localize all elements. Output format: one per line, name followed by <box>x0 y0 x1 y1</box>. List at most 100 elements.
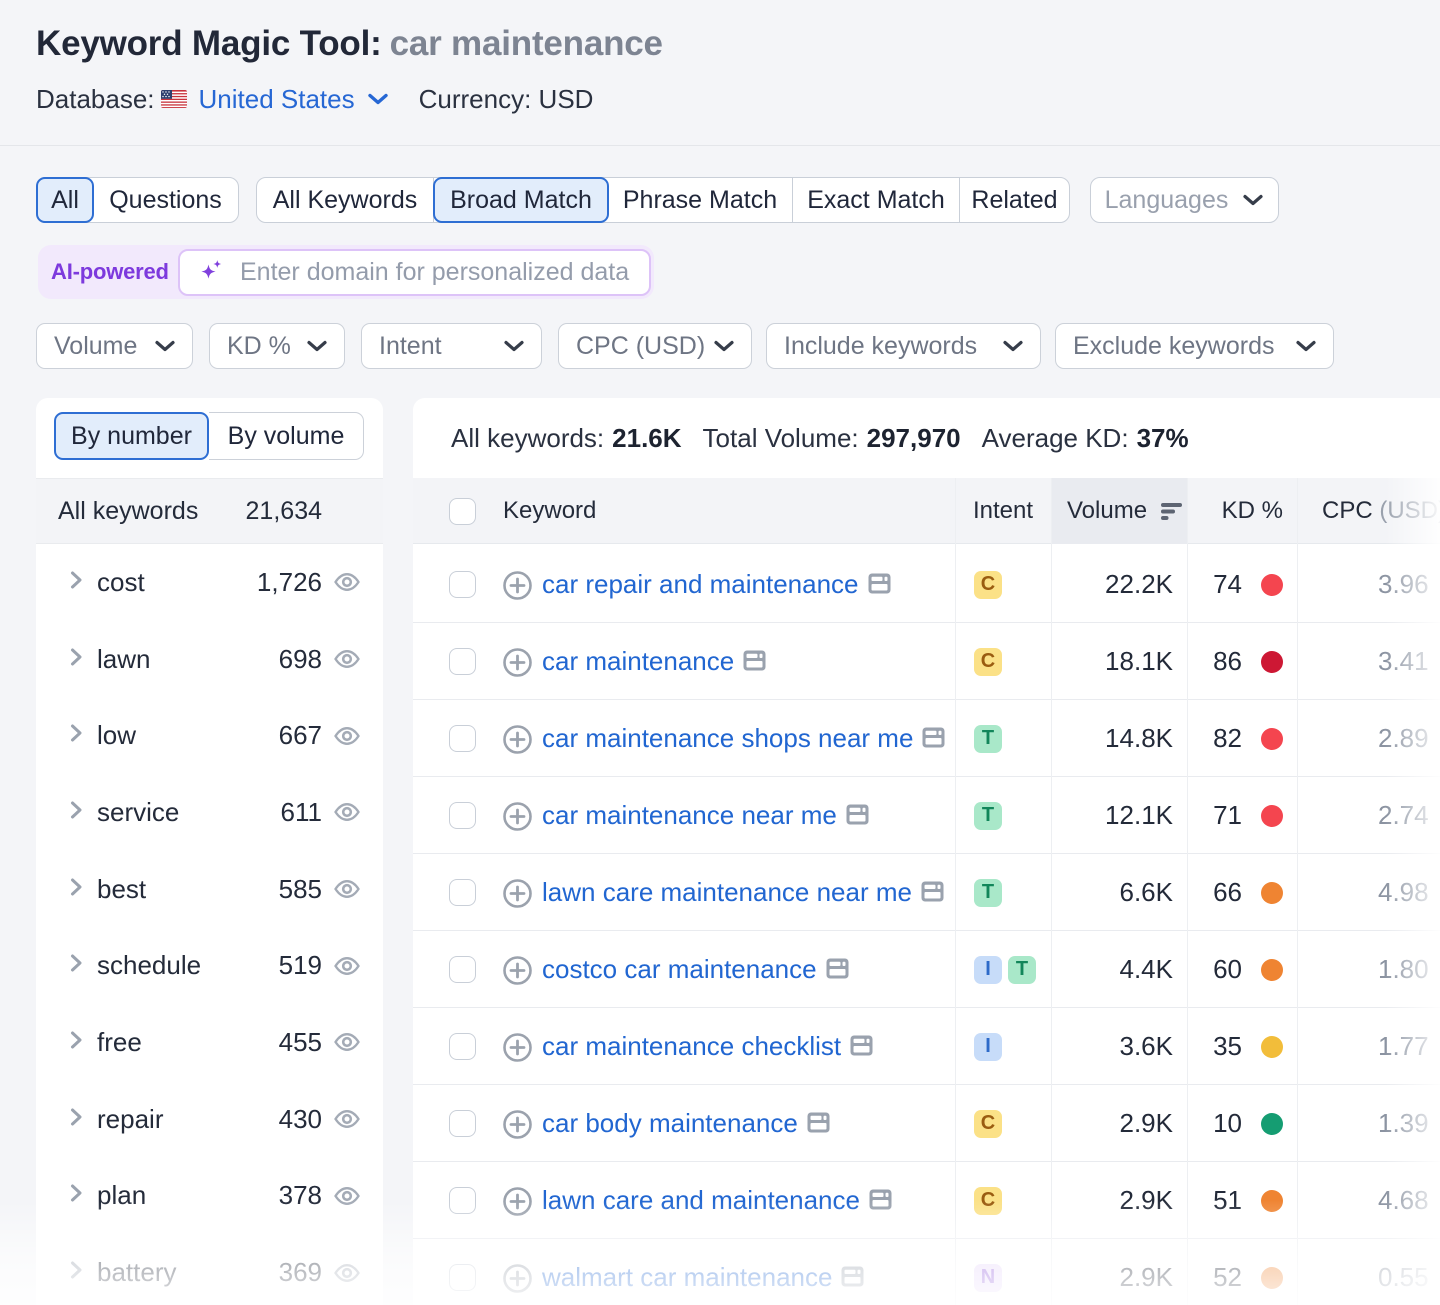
group-row-schedule[interactable]: schedule 519 <box>36 927 383 1004</box>
group-row-free[interactable]: free 455 <box>36 1004 383 1081</box>
column-header-volume[interactable]: Volume <box>1051 478 1187 544</box>
filter-volume[interactable]: Volume <box>36 323 193 369</box>
add-keyword-icon[interactable] <box>503 879 532 913</box>
serp-features-icon[interactable] <box>743 650 766 676</box>
add-keyword-icon[interactable] <box>503 956 532 990</box>
add-keyword-icon[interactable] <box>503 725 532 759</box>
tab-questions[interactable]: Questions <box>93 178 238 222</box>
filter-cpc-usd[interactable]: CPC (USD) <box>558 323 752 369</box>
serp-features-icon[interactable] <box>921 881 944 907</box>
group-row-plan[interactable]: plan 378 <box>36 1158 383 1235</box>
column-header-intent[interactable]: Intent <box>955 478 1051 544</box>
filter-include-keywords[interactable]: Include keywords <box>766 323 1041 369</box>
group-row-repair[interactable]: repair 430 <box>36 1081 383 1158</box>
group-label: service <box>97 796 180 827</box>
groups-header-count: 21,634 <box>245 496 322 525</box>
tab-phrase-match[interactable]: Phrase Match <box>608 178 793 222</box>
row-checkbox[interactable] <box>449 1264 476 1291</box>
column-header-kd[interactable]: KD % <box>1187 478 1297 544</box>
eye-icon[interactable] <box>334 1183 360 1209</box>
row-checkbox[interactable] <box>449 956 476 983</box>
serp-features-icon[interactable] <box>869 1189 892 1215</box>
eye-icon[interactable] <box>334 1029 360 1055</box>
languages-dropdown[interactable]: Languages <box>1090 177 1279 223</box>
tab-all-keywords[interactable]: All Keywords <box>257 178 434 222</box>
row-checkbox[interactable] <box>449 1110 476 1137</box>
serp-features-icon[interactable] <box>841 1266 864 1292</box>
serp-features-icon[interactable] <box>807 1112 830 1138</box>
database-selector[interactable]: United States <box>199 84 389 115</box>
eye-icon[interactable] <box>334 646 360 672</box>
chevron-down-icon <box>306 339 328 353</box>
tab-all[interactable]: All <box>36 177 94 223</box>
group-row-lawn[interactable]: lawn 698 <box>36 621 383 698</box>
keyword-link[interactable]: walmart car maintenance <box>542 1262 832 1293</box>
group-row-cost[interactable]: cost 1,726 <box>36 544 383 621</box>
tab-related[interactable]: Related <box>960 178 1069 222</box>
row-checkbox[interactable] <box>449 1187 476 1214</box>
chevron-down-icon <box>1002 339 1024 353</box>
group-row-service[interactable]: service 611 <box>36 774 383 851</box>
group-label: cost <box>97 566 145 597</box>
add-keyword-icon[interactable] <box>503 802 532 836</box>
serp-features-icon[interactable] <box>846 804 869 830</box>
add-keyword-icon[interactable] <box>503 571 532 605</box>
group-row-battery[interactable]: battery 369 <box>36 1234 383 1305</box>
add-keyword-icon[interactable] <box>503 1110 532 1144</box>
group-row-low[interactable]: low 667 <box>36 697 383 774</box>
filter-exclude-keywords[interactable]: Exclude keywords <box>1055 323 1334 369</box>
column-header-cpc-unit: (USD) <box>1379 497 1440 524</box>
eye-icon[interactable] <box>334 1106 360 1132</box>
add-keyword-icon[interactable] <box>503 648 532 682</box>
add-keyword-icon[interactable] <box>503 1033 532 1067</box>
toggle-by-volume[interactable]: By volume <box>209 412 364 460</box>
filter-kd[interactable]: KD % <box>209 323 345 369</box>
add-keyword-icon[interactable] <box>503 1264 532 1298</box>
column-header-cpc[interactable]: CPC (USD) <box>1322 478 1440 544</box>
filter-intent[interactable]: Intent <box>361 323 542 369</box>
keyword-link[interactable]: car maintenance near me <box>542 800 837 831</box>
serp-features-icon[interactable] <box>868 573 891 599</box>
select-all-checkbox[interactable] <box>449 498 476 525</box>
column-header-volume-label: Volume <box>1067 497 1148 524</box>
group-label: battery <box>97 1257 177 1288</box>
eye-icon[interactable] <box>334 953 360 979</box>
column-header-intent-label: Intent <box>972 497 1034 524</box>
eye-icon[interactable] <box>334 876 360 902</box>
serp-features-icon[interactable] <box>922 727 945 753</box>
tab-broad-match[interactable]: Broad Match <box>433 177 609 223</box>
row-checkbox[interactable] <box>449 648 476 675</box>
group-count: 667 <box>278 720 322 751</box>
row-checkbox[interactable] <box>449 1033 476 1060</box>
keyword-link[interactable]: lawn care and maintenance <box>542 1185 860 1216</box>
tab-exact-match[interactable]: Exact Match <box>793 178 960 222</box>
intent-badge-T: T <box>974 724 1002 753</box>
eye-icon[interactable] <box>334 799 360 825</box>
column-header-keyword[interactable]: Keyword <box>503 478 596 544</box>
intent-badge-C: C <box>974 570 1002 599</box>
chevron-right-icon <box>68 722 84 749</box>
keyword-link[interactable]: car maintenance shops near me <box>542 723 913 754</box>
group-label: schedule <box>97 950 202 981</box>
keyword-link[interactable]: car repair and maintenance <box>542 569 859 600</box>
keyword-link[interactable]: lawn care maintenance near me <box>542 877 912 908</box>
row-checkbox[interactable] <box>449 879 476 906</box>
row-checkbox[interactable] <box>449 571 476 598</box>
serp-features-icon[interactable] <box>826 958 849 984</box>
group-row-best[interactable]: best 585 <box>36 851 383 928</box>
eye-icon[interactable] <box>334 1260 360 1286</box>
row-checkbox[interactable] <box>449 802 476 829</box>
eye-icon[interactable] <box>334 569 360 595</box>
keyword-link[interactable]: car maintenance <box>542 646 734 677</box>
filter-label: KD % <box>227 331 291 360</box>
keyword-link[interactable]: costco car maintenance <box>542 954 817 985</box>
serp-features-icon[interactable] <box>850 1035 873 1061</box>
kd-indicator-dot <box>1261 650 1283 673</box>
toggle-by-number[interactable]: By number <box>54 412 209 460</box>
domain-input[interactable]: Enter domain for personalized data <box>178 248 651 296</box>
keyword-link[interactable]: car body maintenance <box>542 1108 798 1139</box>
keyword-link[interactable]: car maintenance checklist <box>542 1031 841 1062</box>
row-checkbox[interactable] <box>449 725 476 752</box>
eye-icon[interactable] <box>334 723 360 749</box>
add-keyword-icon[interactable] <box>503 1187 532 1221</box>
